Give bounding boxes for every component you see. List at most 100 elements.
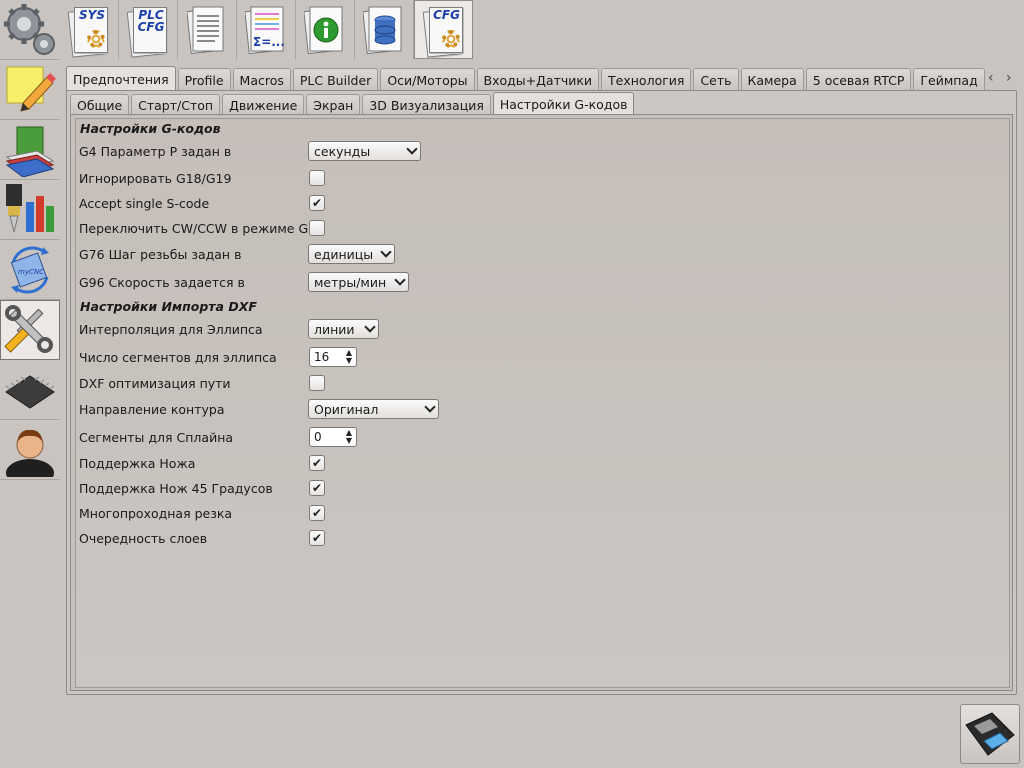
sidebar-books-button[interactable] [0,120,60,180]
tab-axes-motors[interactable]: Оси/Моторы [380,68,475,90]
document-lines-icon [187,6,224,54]
settings-gear-button[interactable] [0,0,60,60]
tab-5axis-rtcp[interactable]: 5 осевая RTCP [805,68,912,90]
floppy-disk-icon [965,712,1015,756]
g4-param-value: секунды [314,143,371,159]
multipass-cut-checkbox[interactable]: ✔ [309,505,325,521]
tab-scroll-right-icon[interactable]: › [1006,70,1012,86]
accept-scode-label: Accept single S-code [79,196,210,211]
outer-tab-bar: Предпочтения Profile Macros PLC Builder … [66,66,986,90]
tab-scroll-left-icon[interactable]: ‹ [988,70,994,86]
ellipse-segments-spinbox[interactable]: 16 ▲ ▼ [309,347,357,367]
user-avatar-icon [6,429,54,477]
formula-table-button[interactable]: Σ=... [237,0,296,59]
ellipse-segments-value: 16 [314,350,330,364]
g96-speed-value: метры/мин [314,274,387,290]
checkmark-icon: ✔ [311,196,323,210]
cfg-button[interactable]: CFG [414,0,473,59]
sidebar-user-button[interactable] [0,420,60,480]
spline-segments-value: 0 [314,430,322,444]
g4-param-select[interactable]: секунды [308,141,421,161]
accept-scode-checkbox[interactable]: ✔ [309,195,325,211]
gears-icon [4,3,55,55]
info-button[interactable] [296,0,355,59]
checkmark-icon: ✔ [311,481,323,495]
ignore-g18-checkbox[interactable] [309,170,325,186]
g76-thread-value: единицы [314,246,374,262]
sidebar-mycnc-button[interactable]: myCNC [0,240,60,300]
save-button[interactable] [960,704,1020,764]
tab-plc-builder[interactable]: PLC Builder [292,68,379,90]
chevron-down-icon [380,246,392,258]
tab-3d-visualization[interactable]: 3D Визуализация [362,94,491,116]
sidebar-edit-button[interactable] [0,60,60,120]
plc-cfg-label: PLC CFG [137,7,165,34]
tab-general[interactable]: Общие [70,94,130,116]
gear-icon [441,29,460,48]
wrench-screwdriver-icon [4,305,53,353]
dxf-optimization-checkbox[interactable] [309,375,325,391]
tab-technology[interactable]: Технология [601,68,692,90]
table-formula-icon: Σ=... [245,6,285,54]
document-list-button[interactable] [178,0,237,59]
tab-macros[interactable]: Macros [232,68,291,90]
g96-speed-select[interactable]: метры/мин [308,272,409,292]
sys-config-button[interactable]: SYS [60,0,119,59]
books-icon [5,126,55,177]
ellipse-segments-label: Число сегментов для эллипса [79,350,277,365]
switch-cw-ccw-label: Переключить CW/CCW в режиме G18 [79,221,325,236]
checkmark-icon: ✔ [311,456,323,470]
chevron-down-icon [364,321,376,333]
chevron-down-icon [394,274,406,286]
contour-direction-select[interactable]: Оригинал [308,399,439,419]
sidebar-tools-chart-button[interactable] [0,180,60,240]
sidebar-settings-tools-button[interactable] [0,300,60,360]
spline-segments-spinbox[interactable]: 0 ▲ ▼ [309,427,357,447]
spin-down-icon[interactable]: ▼ [344,437,354,445]
toolholder-chart-icon [6,183,54,232]
database-button[interactable] [355,0,414,59]
left-sidebar: myCNC [0,0,60,480]
spline-segments-label: Сегменты для Сплайна [79,430,234,445]
chevron-down-icon [424,401,436,413]
inner-tab-bar: Общие Старт/Стоп Движение Экран 3D Визуа… [70,92,636,116]
note-pencil-icon [6,66,56,112]
ellipse-interp-label: Интерполяция для Эллипса [79,322,263,337]
mycnc-refresh-icon: myCNC [10,245,49,294]
chip-icon [5,374,55,409]
layer-order-checkbox[interactable]: ✔ [309,530,325,546]
info-icon [304,6,343,54]
tab-screen[interactable]: Экран [306,94,361,116]
sys-config-icon: SYS [67,4,108,58]
layer-order-label: Очередность слоев [79,531,208,546]
tab-motion[interactable]: Движение [222,94,305,116]
g4-param-label: G4 Параметр P задан в [79,144,232,159]
dxf-section-title: Настройки Импорта DXF [80,299,257,314]
tab-gamepad[interactable]: Геймпад [913,68,985,90]
switch-cw-ccw-checkbox[interactable] [309,220,325,236]
spin-down-icon[interactable]: ▼ [344,357,354,365]
multipass-cut-label: Многопроходная резка [79,506,233,521]
ignore-g18-label: Игнорировать G18/G19 [79,171,232,186]
ellipse-interp-select[interactable]: линии [308,319,379,339]
sidebar-chip-button[interactable] [0,360,60,420]
checkmark-icon: ✔ [311,531,323,545]
tab-network[interactable]: Сеть [693,68,739,90]
knife-support-checkbox[interactable]: ✔ [309,455,325,471]
gear-icon [87,29,105,48]
tab-profile[interactable]: Profile [177,68,231,90]
g96-speed-label: G96 Скорость задается в [79,275,245,290]
sys-label: SYS [79,7,105,22]
g76-thread-select[interactable]: единицы [308,244,395,264]
plc-config-button[interactable]: PLC CFG [119,0,178,59]
tab-start-stop[interactable]: Старт/Стоп [131,94,221,116]
knife45-support-checkbox[interactable]: ✔ [309,480,325,496]
tab-preferences[interactable]: Предпочтения [66,66,176,90]
ellipse-interp-value: линии [314,321,355,337]
tab-inputs-sensors[interactable]: Входы+Датчики [476,68,600,90]
tab-gcode-settings[interactable]: Настройки G-кодов [492,92,635,116]
gcode-section-title: Настройки G-кодов [80,121,221,136]
tab-camera[interactable]: Камера [740,68,804,90]
database-icon [363,6,402,54]
g76-thread-label: G76 Шаг резьбы задан в [79,247,242,262]
